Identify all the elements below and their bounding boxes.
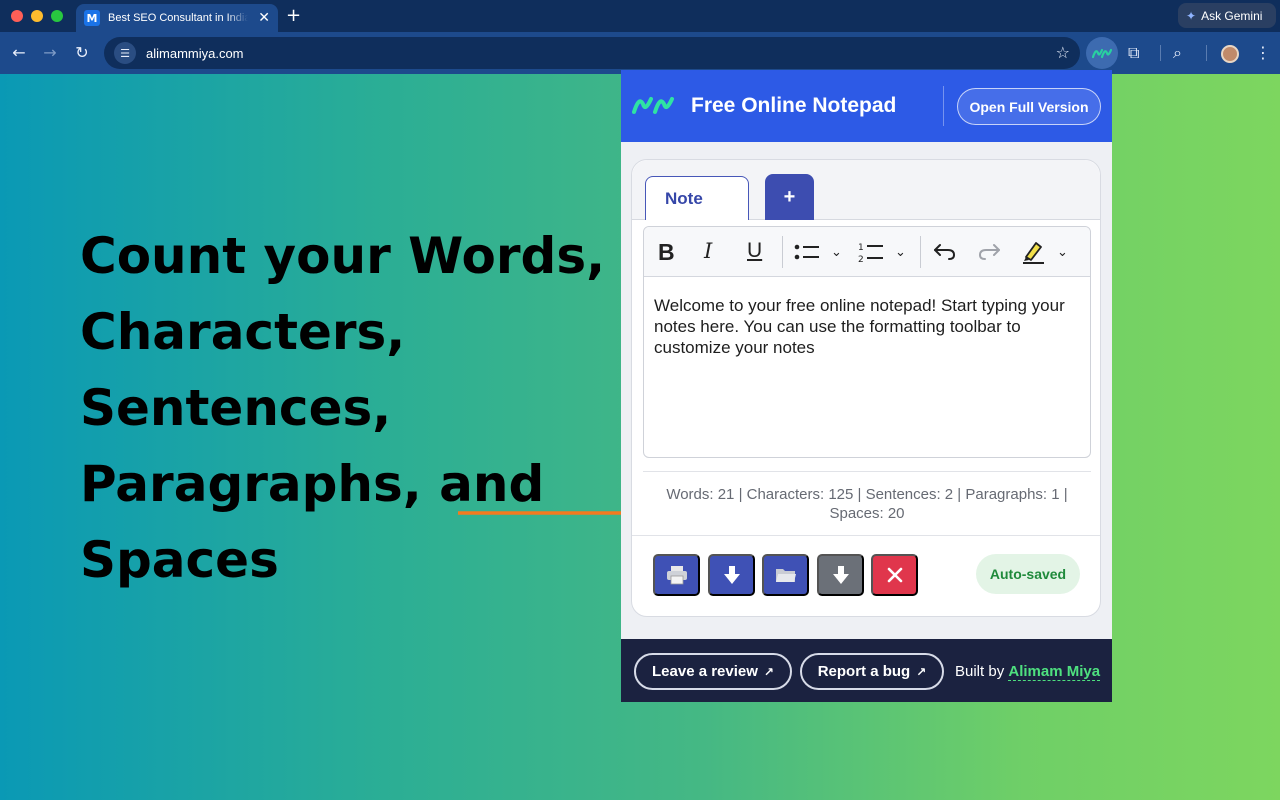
maximize-window-button[interactable] [51,10,63,22]
open-full-version-button[interactable]: Open Full Version [957,88,1101,125]
browser-toolbar: ← → ↻ ☰ alimammiya.com ☆ ⧉ ⌕ ⋮ [0,32,1280,74]
highlighter-icon[interactable] [1020,239,1046,265]
stats-divider [643,471,1091,472]
header-divider [943,86,944,126]
svg-text:1: 1 [858,243,864,253]
built-by-credit: Built by Alimam Miya [955,663,1101,681]
svg-text:2: 2 [858,255,864,263]
print-icon [666,566,687,585]
clear-icon [887,567,902,583]
add-tab-button[interactable]: + [765,174,814,220]
browser-tab-bar: M Best SEO Consultant in India ✕ + ✦ Ask… [0,0,1280,32]
formatting-toolbar: B I U ⌄ 1 2 ⌄ ⌄ [644,227,1090,277]
underline-button[interactable]: U [747,239,762,263]
back-icon[interactable]: ← [9,43,29,62]
reload-icon[interactable]: ↻ [72,43,92,62]
external-link-icon: ↗ [763,664,774,679]
bullet-list-icon[interactable] [794,243,820,261]
download-button[interactable] [708,554,755,596]
gemini-sparkle-icon: ✦ [1186,8,1197,23]
numbered-list-icon[interactable]: 1 2 [858,241,884,263]
notepad-popup: Free Online Notepad Open Full Version No… [621,70,1112,702]
address-bar[interactable]: ☰ alimammiya.com ☆ [104,37,1080,69]
tab-note[interactable]: Note [645,176,749,220]
save-download-icon [832,566,849,584]
popup-header: Free Online Notepad Open Full Version [621,70,1112,142]
author-link[interactable]: Alimam Miya [1008,663,1101,681]
word-count-stats: Words: 21 | Characters: 125 | Sentences:… [666,486,1068,522]
actions-divider [632,535,1100,536]
tab-title: Best SEO Consultant in India [108,12,248,24]
report-bug-button[interactable]: Report a bug ↗ [800,653,944,690]
toolbar-divider [1160,45,1161,61]
external-link-icon: ↗ [916,664,927,679]
browser-tab[interactable]: M Best SEO Consultant in India ✕ [76,4,278,32]
clear-note-button[interactable] [871,554,918,596]
headline-line: Spaces [80,531,279,589]
url-text[interactable]: alimammiya.com [146,46,244,61]
notepad-extension-icon[interactable] [1086,37,1118,69]
ask-gemini-label: Ask Gemini [1201,8,1263,23]
print-button[interactable] [653,554,700,596]
extensions-puzzle-icon[interactable]: ⧉ [1128,43,1139,63]
popup-title: Free Online Notepad [691,94,897,117]
report-bug-label: Report a bug [817,663,911,680]
chevron-down-icon[interactable]: ⌄ [831,245,842,260]
notepad-card: Note + B I U ⌄ 1 2 ⌄ ⌄ Welcome to your f… [631,159,1101,617]
tab-search-icon[interactable]: ⌕ [1173,43,1182,63]
toolbar-divider [920,236,921,268]
forward-icon[interactable]: → [40,43,60,62]
pointer-arrow-icon [458,501,640,525]
save-download-button[interactable] [817,554,864,596]
italic-button[interactable]: I [704,239,712,263]
open-file-button[interactable] [762,554,809,596]
ask-gemini-button[interactable]: ✦ Ask Gemini [1178,3,1276,28]
leave-review-button[interactable]: Leave a review ↗ [634,653,792,690]
note-tabs: Note + [632,160,1100,220]
bookmark-star-icon[interactable]: ☆ [1056,43,1070,62]
redo-icon[interactable] [977,242,1001,260]
site-favicon-icon: M [84,10,100,26]
download-icon [723,566,740,584]
close-window-button[interactable] [11,10,23,22]
chevron-down-icon[interactable]: ⌄ [895,245,906,260]
menu-icon[interactable]: ⋮ [1255,43,1271,62]
minimize-window-button[interactable] [31,10,43,22]
rich-text-editor: B I U ⌄ 1 2 ⌄ ⌄ Welcome to your free onl… [643,226,1091,458]
headline-line: Sentences, [80,379,392,437]
profile-avatar[interactable] [1221,45,1239,63]
toolbar-divider [782,236,783,268]
new-tab-button[interactable]: + [286,5,301,26]
note-text-area[interactable]: Welcome to your free online notepad! Sta… [654,295,1084,358]
popup-footer: Leave a review ↗ Report a bug ↗ Built by… [621,639,1112,702]
site-info-icon[interactable]: ☰ [114,42,136,64]
headline-line: Characters, [80,303,406,361]
notepad-logo-icon [632,97,674,114]
bold-button[interactable]: B [658,239,675,266]
undo-icon[interactable] [933,242,957,260]
chevron-down-icon[interactable]: ⌄ [1057,245,1068,260]
notepad-logo-mini-icon [1092,48,1112,59]
built-by-label: Built by [955,663,1005,680]
headline-line: Count your Words, [80,227,606,285]
folder-icon [775,569,796,582]
headline: Count your Words, Characters, Sentences,… [80,218,620,598]
close-tab-icon[interactable]: ✕ [258,10,270,26]
leave-review-label: Leave a review [652,663,758,680]
toolbar-divider [1206,45,1207,61]
auto-saved-badge: Auto-saved [976,554,1080,594]
